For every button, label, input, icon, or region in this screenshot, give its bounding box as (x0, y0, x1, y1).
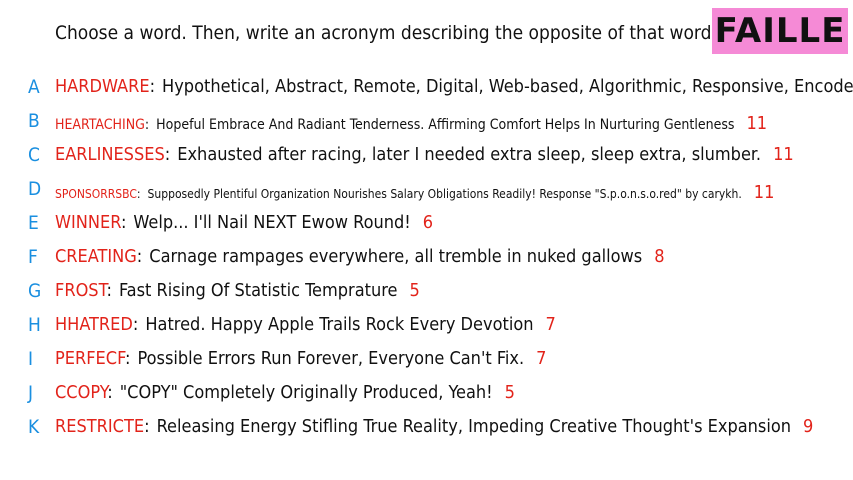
entry-line: HEARTACHING: Hopeful Embrace And Radiant … (55, 113, 767, 134)
entry-line: HHATRED: Hatred. Happy Apple Trails Rock … (55, 314, 556, 335)
entry-acronym-text: Possible Errors Run Forever, Everyone Ca… (137, 348, 525, 369)
entry-letter: D (28, 178, 42, 200)
entry-line: CREATING: Carnage rampages everywhere, al… (55, 246, 665, 267)
entry-letter: K (28, 416, 40, 438)
entry-separator: : (144, 416, 150, 437)
entry-separator: : (149, 76, 156, 97)
entry-letter: H (28, 314, 41, 336)
entry-line: HARDWARE: Hypothetical, Abstract, Remote,… (55, 76, 853, 97)
entry-line: FROST: Fast Rising Of Statistic Tempratur… (55, 280, 420, 301)
entry-score: 6 (422, 212, 434, 233)
entry-word: RESTRICTE (55, 416, 145, 437)
entry-word: HEARTACHING (55, 117, 145, 133)
entry-acronym-text: Hypothetical, Abstract, Remote, Digital,… (162, 76, 853, 97)
entry-separator: : (144, 117, 150, 133)
entry-word: FROST (55, 280, 107, 301)
entry-word: HHATRED (55, 314, 133, 335)
entry-letter: A (28, 76, 40, 98)
entry-score: 5 (504, 382, 515, 403)
entry-acronym-text: Supposedly Plentiful Organization Nouris… (147, 187, 742, 201)
entry-line: EARLINESSES: Exhausted after racing, late… (55, 144, 794, 165)
entry-letter: J (28, 382, 34, 404)
entry-separator: : (136, 246, 143, 267)
entry-acronym-text: Welp... I'll Nail NEXT Ewow Round! (133, 212, 411, 233)
entry-separator: : (120, 212, 127, 233)
entry-acronym-text: "COPY" Completely Originally Produced, Y… (119, 382, 493, 403)
entry-separator: : (136, 187, 141, 201)
entry-acronym-text: Releasing Energy Stifling True Reality, … (156, 416, 792, 437)
entry-word: CREATING (55, 246, 137, 267)
entry-letter: C (28, 144, 40, 166)
entry-line: SPONSORRSBC: Supposedly Plentiful Organiz… (55, 182, 774, 203)
entry-score: 11 (746, 113, 768, 134)
entry-letter: B (28, 110, 40, 132)
entry-score: 7 (536, 348, 547, 369)
entry-letter: G (28, 280, 42, 302)
entry-line: PERFECF: Possible Errors Run Forever, Eve… (55, 348, 546, 369)
entry-word: CCOPY (55, 382, 108, 403)
entry-score: 9 (803, 416, 814, 437)
entry-line: CCOPY: "COPY" Completely Originally Produ… (55, 382, 515, 403)
entry-score: 5 (409, 280, 420, 301)
entry-letter: I (28, 348, 34, 370)
entry-line: RESTRICTE: Releasing Energy Stifling True… (55, 416, 813, 437)
entry-word: SPONSORRSBC (55, 187, 137, 201)
entry-separator: : (132, 314, 139, 335)
entry-letter: E (28, 212, 39, 234)
entry-separator: : (106, 280, 112, 301)
entry-acronym-text: Hopeful Embrace And Radiant Tenderness. … (156, 117, 735, 133)
entry-separator: : (107, 382, 113, 403)
entry-word: PERFECF (55, 348, 126, 369)
entry-letter: F (28, 246, 38, 268)
prompt-text: Choose a word. Then, write an acronym de… (55, 22, 719, 44)
entry-score: 11 (753, 182, 775, 203)
faille-badge: FAILLE (712, 8, 848, 54)
entry-word: HARDWARE (55, 76, 150, 97)
entry-acronym-text: Carnage rampages everywhere, all tremble… (149, 246, 643, 267)
entry-score: 8 (654, 246, 665, 267)
entry-separator: : (125, 348, 131, 369)
entry-acronym-text: Exhausted after racing, later I needed e… (177, 144, 762, 165)
entry-line: WINNER: Welp... I'll Nail NEXT Ewow Round… (55, 212, 433, 233)
entry-acronym-text: Hatred. Happy Apple Trails Rock Every De… (145, 314, 534, 335)
entry-word: EARLINESSES (55, 144, 165, 165)
entry-acronym-text: Fast Rising Of Statistic Temprature (118, 280, 398, 301)
entry-score: 7 (545, 314, 556, 335)
entry-separator: : (164, 144, 171, 165)
entry-score: 11 (773, 144, 794, 165)
entry-word: WINNER (55, 212, 121, 233)
